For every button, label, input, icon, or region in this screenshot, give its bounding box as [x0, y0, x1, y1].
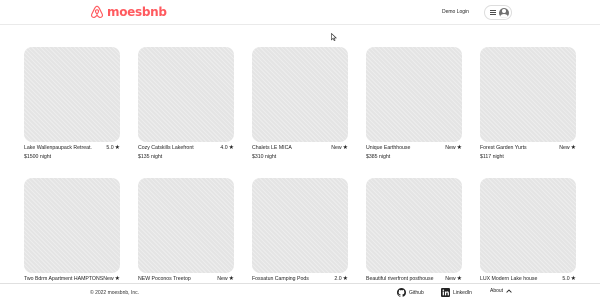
listing-photo[interactable] [366, 47, 462, 142]
copyright-text: © 2022 moesbnb, Inc. [90, 290, 139, 296]
listing-price: $1500 night [24, 154, 52, 160]
listing-photo[interactable] [252, 178, 348, 273]
listing-title: Unique Earthhouse [366, 145, 411, 151]
listing-card[interactable]: LUX Modern Lake house 5.0 ★ [480, 178, 576, 282]
listing-title: Two Bdrm Apartment HAMPTONS [24, 276, 104, 282]
listing-photo[interactable] [252, 47, 348, 142]
linkedin-icon [441, 288, 450, 297]
listing-title: Fossatun Camping Pods [252, 276, 309, 282]
listing-price: $310 night [252, 154, 277, 160]
github-link[interactable]: Github [397, 288, 424, 297]
linkedin-label: LinkedIn [453, 289, 472, 296]
footer: © 2022 moesbnb, Inc. Github LinkedIn Abo… [0, 283, 600, 300]
listing-rating: New [217, 276, 228, 282]
listing-photo[interactable] [480, 178, 576, 273]
star-icon: ★ [114, 145, 120, 151]
github-icon [397, 288, 406, 297]
listing-title: Forest Garden Yurts [480, 145, 527, 151]
star-icon: ★ [342, 145, 348, 151]
listing-price: $135 night [138, 154, 163, 160]
listing-title: LUX Modern Lake house [480, 276, 538, 282]
listing-card[interactable]: Forest Garden Yurts New ★ $117 night [480, 47, 576, 160]
listing-rating: New [445, 276, 456, 282]
about-toggle[interactable]: About [490, 288, 512, 294]
listing-rating: 5.0 [562, 276, 570, 282]
listing-card[interactable]: Fossatun Camping Pods 2.0 ★ [252, 178, 348, 282]
listing-rating: New [331, 145, 342, 151]
listing-rating: New [445, 145, 456, 151]
github-label: Github [409, 289, 424, 296]
listing-card[interactable]: NEW Poconos Treetop New ★ [138, 178, 234, 282]
star-icon: ★ [456, 145, 462, 151]
demo-login-link[interactable]: Demo Login [442, 9, 469, 15]
listing-card[interactable]: Chalets LE MICA New ★ $310 night [252, 47, 348, 160]
listing-rating: 5.0 [106, 145, 114, 151]
listing-price: $385 night [366, 154, 391, 160]
top-navbar: moesbnb Demo Login [0, 0, 600, 25]
star-icon: ★ [570, 276, 576, 282]
listing-rating: 2.0 [334, 276, 342, 282]
listing-photo[interactable] [24, 178, 120, 273]
listing-photo[interactable] [480, 47, 576, 142]
linkedin-link[interactable]: LinkedIn [441, 288, 472, 297]
star-icon: ★ [342, 276, 348, 282]
listing-price: $117 night [480, 154, 504, 160]
hamburger-icon [490, 10, 496, 15]
listing-photo[interactable] [24, 47, 120, 142]
user-menu-button[interactable] [484, 5, 512, 20]
brand-logo-icon [90, 5, 104, 19]
star-icon: ★ [114, 276, 120, 282]
star-icon: ★ [570, 145, 576, 151]
listing-photo[interactable] [138, 47, 234, 142]
star-icon: ★ [228, 145, 234, 151]
listing-title: Cozy Catskills Lakefront [138, 145, 194, 151]
listing-title: Beautiful riverfront posthouse [366, 276, 434, 282]
listing-card[interactable]: Unique Earthhouse New ★ $385 night [366, 47, 462, 160]
listing-card[interactable]: Lake Wallenpaupack Retreat. 5.0 ★ $1500 n… [24, 47, 120, 160]
listing-card[interactable]: Two Bdrm Apartment HAMPTONS New ★ [24, 178, 120, 282]
listing-title: Chalets LE MICA [252, 145, 292, 151]
chevron-up-icon [506, 289, 512, 293]
listing-card[interactable]: Cozy Catskills Lakefront 4.0 ★ $135 night [138, 47, 234, 160]
star-icon: ★ [456, 276, 462, 282]
brand-name: moesbnb [107, 5, 167, 19]
listing-title: Lake Wallenpaupack Retreat. [24, 145, 92, 151]
listing-photo[interactable] [138, 178, 234, 273]
user-avatar-icon [499, 7, 509, 18]
listing-card[interactable]: Beautiful riverfront posthouse New ★ [366, 178, 462, 282]
star-icon: ★ [228, 276, 234, 282]
about-label: About [490, 288, 504, 294]
listing-photo[interactable] [366, 178, 462, 273]
logo[interactable]: moesbnb [90, 5, 167, 19]
listing-rating: New [103, 276, 114, 282]
listing-title: NEW Poconos Treetop [138, 276, 191, 282]
mouse-cursor-icon [331, 33, 337, 41]
listing-rating: 4.0 [220, 145, 228, 151]
listing-rating: New [559, 145, 570, 151]
